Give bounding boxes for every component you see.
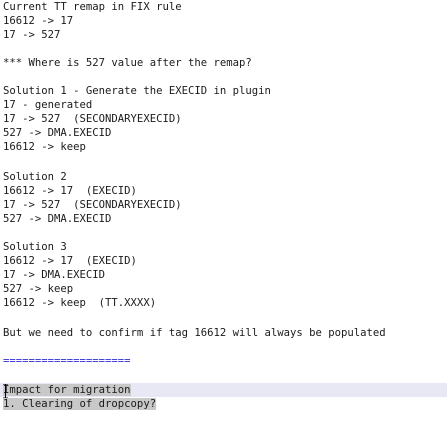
text-line-16: 527 -> DMA.EXECID [3,213,112,225]
text-line-21: 527 -> keep [3,283,74,295]
text-line-18: Solution 3 [3,241,67,253]
text-line-1: Current TT remap in FIX rule [3,1,182,13]
text-line-28: Impact for migration [3,383,131,397]
text-line-7: Solution 1 - Generate the EXECID in plug… [3,85,271,97]
text-line-13: Solution 2 [3,171,67,183]
text-editor[interactable]: Current TT remap in FIX rule 16612 -> 17… [0,0,447,425]
text-line-15: 17 -> 527 (SECONDARYEXECID) [3,199,182,211]
selected-text-item: 1. Clearing of dropcopy? [3,398,157,410]
text-line-19: 16612 -> 17 (EXECID) [3,255,137,267]
text-line-22: 16612 -> keep (TT.XXXX) [3,297,157,309]
text-line-9: 17 -> 527 (SECONDARYEXECID) [3,113,182,125]
text-line-14: 16612 -> 17 (EXECID) [3,185,137,197]
text-line-5: *** Where is 527 value after the remap? [3,57,252,69]
text-line-2: 16612 -> 17 [3,15,74,27]
text-line-3: 17 -> 527 [3,29,61,41]
text-line-8: 17 - generated [3,99,93,111]
text-line-20: 17 -> DMA.EXECID [3,269,106,281]
text-cursor-icon [3,384,8,398]
divider-line: ==================== [3,355,131,367]
selected-text-heading: Impact for migration [3,384,131,396]
text-line-11: 16612 -> keep [3,141,86,153]
text-line-29: 1. Clearing of dropcopy? [3,397,157,411]
text-line-10: 527 -> DMA.EXECID [3,127,112,139]
text-line-24: But we need to confirm if tag 16612 will… [3,327,386,339]
